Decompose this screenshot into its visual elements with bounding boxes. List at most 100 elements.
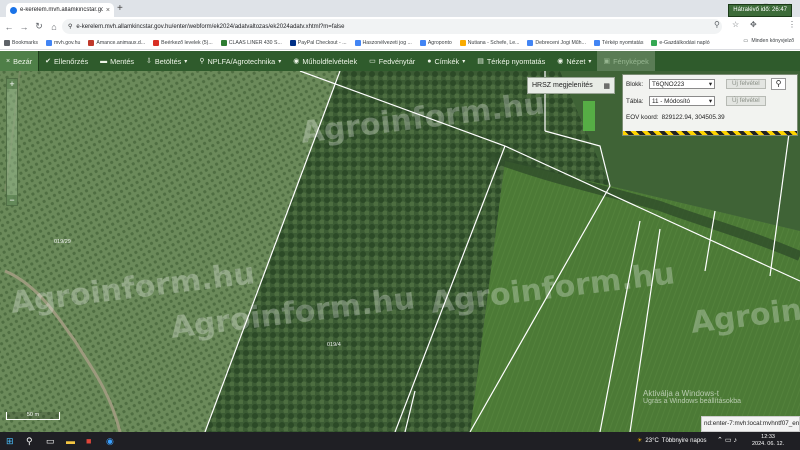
home-icon[interactable]: ⌂	[48, 22, 60, 32]
bookmark-star-icon[interactable]: ☆	[732, 20, 739, 29]
menu-icon[interactable]: ⋮	[788, 20, 796, 29]
bookmark-label: Amance.animaux.d...	[96, 39, 146, 46]
toolbar-button[interactable]: ▬ Mentés	[94, 51, 140, 71]
tabla-select[interactable]: 11 - Módosító ▾	[649, 96, 715, 106]
toolbar-button-label: Fedvénytár	[378, 56, 416, 66]
blokk-label: Blokk:	[626, 80, 644, 88]
toolbar-button-icon: ●	[427, 57, 432, 65]
zoom-lens-icon[interactable]: ⚲	[714, 20, 720, 29]
app-icon[interactable]: ■	[86, 436, 91, 446]
toolbar-button[interactable]: ▭ Fedvénytár	[363, 51, 421, 71]
eov-value: 829122.94, 304505.39	[661, 114, 725, 121]
toolbar-button-label: Fényképek	[613, 56, 649, 66]
temperature: 23°C	[645, 437, 659, 444]
bookmark-favicon-icon	[4, 39, 10, 46]
toolbar-button[interactable]: ✔ Ellenőrzés	[39, 51, 94, 71]
bookmark-item[interactable]: Térkép nyomtatás	[593, 39, 644, 46]
close-tab-icon[interactable]: ×	[106, 7, 110, 14]
bookmark-item[interactable]: Debreceni Jogi Műh...	[527, 39, 586, 46]
toolbar-button-icon: ×	[6, 57, 11, 65]
bookmark-favicon-icon	[354, 39, 361, 46]
chevron-down-icon: ▾	[588, 58, 592, 65]
site-info-icon[interactable]: ⚲	[68, 23, 72, 30]
bookmark-favicon-icon	[153, 39, 160, 46]
bookmark-label: Térkép nyomtatás	[601, 39, 644, 46]
browser-tab[interactable]: e-kerelem.mvh.allamkincstar.go ×	[6, 3, 114, 17]
windows-activation-notice: Aktiválja a Windows-t Ugrás a Windows be…	[643, 390, 741, 406]
windows-start-icon[interactable]: ⊞	[6, 436, 14, 446]
bookmark-favicon-icon	[220, 39, 227, 46]
chevron-down-icon: ▾	[184, 58, 188, 65]
bookmark-item[interactable]: mvh.gov.hu	[45, 39, 81, 46]
toolbar-button-label: NPLFA/Agrotechnika	[207, 56, 276, 66]
address-bar[interactable]: ⚲ e-kerelem.mvh.allamkincstar.gov.hu/ent…	[62, 19, 722, 34]
weather-widget[interactable]: ☀ 23°C Többnyire napos	[637, 437, 707, 445]
url-text: e-kerelem.mvh.allamkincstar.gov.hu/enter…	[76, 23, 345, 30]
bookmark-item[interactable]: Nutiana - Schefe, Le...	[459, 39, 519, 46]
toolbar-button-icon: ▭	[369, 58, 376, 65]
toolbar-button[interactable]: ● Címkék ▾	[421, 51, 471, 71]
scale-bar: 50 m	[6, 412, 60, 420]
bookmark-label: CLAAS LINER 430 S...	[228, 39, 282, 46]
bookmark-item[interactable]: PayPal Checkout - ...	[289, 39, 347, 46]
bookmark-favicon-icon	[289, 39, 296, 46]
bookmark-item[interactable]: Haszonélvezeti jog ...	[354, 39, 412, 46]
toolbar-button[interactable]: ◉ Műholdfelvételek	[287, 51, 363, 71]
back-icon[interactable]: ←	[3, 22, 15, 32]
task-view-icon[interactable]: ▭	[46, 436, 55, 446]
bookmark-item[interactable]: CLAAS LINER 430 S...	[220, 39, 282, 46]
session-timer: Hátralévő idő: 26:47	[728, 4, 792, 17]
file-explorer-icon[interactable]: ▬	[66, 436, 75, 446]
sun-icon: ☀	[637, 438, 643, 444]
toolbar-button[interactable]: ⇩ Betöltés ▾	[140, 51, 193, 71]
blokk-select[interactable]: T6QNO223 ▾	[649, 79, 715, 89]
toolbar-button-label: Térkép nyomtatás	[486, 56, 546, 66]
chrome-icon[interactable]: ◉	[106, 436, 114, 446]
map-view[interactable]: Agroinform.hu Agroinform.hu Agroinform.h…	[0, 71, 800, 432]
toolbar-button-label: Bezár	[13, 56, 33, 66]
bookmark-label: mvh.gov.hu	[53, 39, 81, 46]
toolbar-button-icon: ▤	[477, 58, 484, 65]
parcel-label: 019/4	[327, 342, 341, 348]
extensions-icon[interactable]: ✥	[750, 20, 757, 29]
blokk-new-button[interactable]: Új felvétel	[726, 79, 766, 89]
toolbar-button-icon: ◉	[293, 58, 300, 65]
status-url: nd:enter-7:mvh:local:mvhntf07_enter04	[701, 416, 800, 432]
bookmark-item[interactable]: Bookmarks	[4, 39, 38, 46]
clock[interactable]: 12:33 2024. 06. 12.	[752, 434, 784, 448]
bookmark-item[interactable]: Agroponto	[419, 39, 452, 46]
toolbar-button[interactable]: ◉ Nézet ▾	[551, 51, 597, 71]
date: 2024. 06. 12.	[752, 441, 785, 447]
forward-icon[interactable]: →	[18, 22, 30, 32]
hrsz-toggle-button[interactable]: HRSZ megjelenítés ▦	[527, 77, 615, 94]
zoom-out-button[interactable]: −	[7, 195, 17, 205]
all-bookmarks[interactable]: ▭ Minden könyvjelző	[743, 38, 794, 44]
tabla-new-button[interactable]: Új felvétel	[726, 96, 766, 106]
tabla-label: Tábla:	[626, 97, 644, 105]
system-tray-icons[interactable]: ⌃▭♪	[717, 436, 739, 444]
search-icon[interactable]: ⚲	[771, 78, 786, 90]
tab-title: e-kerelem.mvh.allamkincstar.go	[20, 7, 103, 13]
toolbar-button[interactable]: × Bezár	[0, 51, 40, 71]
bookmark-item[interactable]: Amance.animaux.d...	[88, 39, 146, 46]
toolbar-button[interactable]: ⚲ NPLFA/Agrotechnika ▾	[193, 51, 287, 71]
toolbar-button-icon: ✔	[45, 58, 52, 65]
browser-tab-strip: e-kerelem.mvh.allamkincstar.go × + — ▢ ✕	[0, 0, 800, 17]
panel-hazard-stripe	[623, 131, 797, 135]
search-icon[interactable]: ⚲	[26, 436, 33, 446]
toolbar-button-label: Mentés	[110, 56, 135, 66]
reload-icon[interactable]: ↻	[33, 21, 45, 32]
folder-icon: ▭	[743, 38, 749, 44]
toolbar-button[interactable]: ▤ Térkép nyomtatás	[471, 51, 551, 71]
toolbar-button-icon: ⇩	[146, 58, 152, 65]
zoom-in-button[interactable]: +	[7, 79, 17, 89]
chevron-down-icon: ▾	[278, 58, 282, 65]
bookmark-label: e-Gazdálkodási napló	[659, 39, 710, 46]
toolbar-button[interactable]: ▣ Fényképek	[597, 51, 655, 71]
bookmark-favicon-icon	[527, 39, 534, 46]
tabla-value: 11 - Módosító	[652, 97, 691, 105]
bookmark-item[interactable]: Beérkező levelek (5)...	[153, 39, 213, 46]
bookmark-favicon-icon	[651, 39, 658, 46]
bookmark-item[interactable]: e-Gazdálkodási napló	[651, 39, 710, 46]
new-tab-button[interactable]: +	[117, 3, 123, 14]
